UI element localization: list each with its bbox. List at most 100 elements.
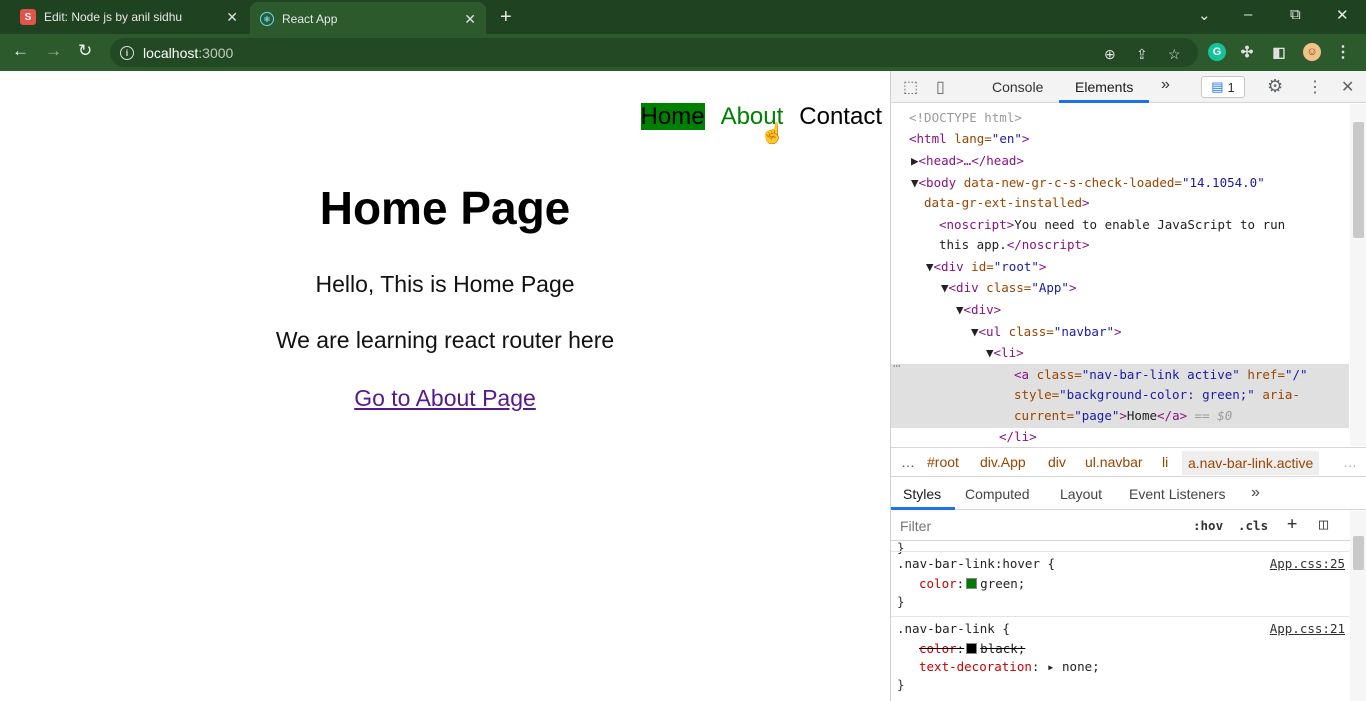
tab-layout[interactable]: Layout [1060,486,1102,502]
side-panel-icon[interactable]: ◧ [1270,43,1288,61]
rule-closing-brace: } [897,594,905,609]
breadcrumb-item[interactable]: ul.navbar [1085,454,1143,470]
close-devtools-icon[interactable]: ✕ [1341,77,1354,97]
settings-gear-icon[interactable]: ⚙ [1267,76,1283,97]
rule-divider [891,551,1349,552]
minimize-button[interactable]: – [1244,6,1252,23]
tab-console[interactable]: Console [992,79,1043,95]
issues-badge[interactable]: ▤ 1 [1201,76,1245,98]
reload-icon[interactable]: ↻ [78,41,92,61]
browser-menu-icon[interactable]: ⋮ [1334,43,1352,61]
rule-declaration[interactable]: text-decoration: ▸ none; [919,657,1100,677]
tab-title: React App [282,12,338,26]
tab-styles[interactable]: Styles [903,486,941,502]
device-toggle-icon[interactable]: ▯ [936,77,945,97]
hov-toggle-button[interactable]: :hov [1193,518,1223,533]
dom-line-selected[interactable]: current="page">Home</a> == $0 [1014,406,1232,426]
rule-source-link[interactable]: App.css:25 [1270,554,1345,574]
dom-line[interactable]: ▼<div class="App"> [941,278,1077,298]
rule-selector[interactable]: .nav-bar-link:hover { [897,554,1055,574]
dom-line[interactable]: this app.</noscript> [939,235,1090,255]
close-tab-icon[interactable]: ✕ [226,9,238,26]
forward-arrow-icon[interactable]: → [45,41,62,61]
browser-tab-strip: S Edit: Node js by anil sidhu ✕ ⚛ React … [0,0,1366,36]
breadcrumb-item[interactable]: li [1162,454,1168,470]
go-to-about-link[interactable]: Go to About Page [354,385,536,411]
rule-declaration-overridden[interactable]: color: black; [919,639,1025,659]
dom-line[interactable]: data-gr-ext-installed> [924,193,1090,213]
about-link-paragraph: Go to About Page [0,385,890,412]
navbar: Home About Contact [625,103,882,131]
inspect-element-icon[interactable]: ⬚ [903,77,918,97]
dom-line[interactable]: <noscript>You need to enable JavaScript … [939,215,1285,235]
breadcrumb-overflow[interactable]: … [901,454,915,470]
tab-title: Edit: Node js by anil sidhu [44,10,183,24]
close-window-button[interactable]: ✕ [1336,6,1349,24]
styles-filter-input[interactable] [895,515,1179,537]
description-paragraph: We are learning react router here [275,327,615,353]
nav-link-contact[interactable]: Contact [799,103,882,130]
profile-avatar-icon[interactable]: ☺ [1303,43,1321,61]
breadcrumb-item[interactable]: div.App [980,454,1026,470]
tab-search-icon[interactable]: ⌄ [1198,6,1211,24]
dom-tree: ⋯ <!DOCTYPE html> <html lang="en"> ▶<hea… [891,104,1349,446]
dom-line[interactable]: ▼<body data-new-gr-c-s-check-loaded="14.… [911,173,1265,193]
breadcrumb-overflow[interactable]: … [1343,454,1357,470]
styles-scrollbar-thumb[interactable] [1353,536,1364,570]
more-tabs-icon[interactable]: » [1251,484,1260,502]
node-actions-icon[interactable]: ⋯ [893,356,901,376]
zoom-icon[interactable]: ⊕ [1104,46,1116,63]
page-viewport: Home About Contact ☝ Home Page Hello, Th… [0,71,890,701]
dom-line[interactable]: <!DOCTYPE html> [909,108,1022,128]
more-tabs-icon[interactable]: » [1161,76,1170,94]
browser-tab-edit[interactable]: S Edit: Node js by anil sidhu ✕ [8,0,248,34]
tab-computed[interactable]: Computed [965,486,1030,502]
rule-selector[interactable]: .nav-bar-link { [897,619,1010,639]
extensions-puzzle-icon[interactable]: ✣ [1238,43,1256,61]
dom-scrollbar-thumb[interactable] [1353,122,1364,238]
browser-tab-react-app[interactable]: ⚛ React App ✕ [250,2,486,36]
share-icon[interactable]: ⇪ [1136,46,1148,63]
url-text: localhost:3000 [143,44,234,61]
close-tab-icon[interactable]: ✕ [464,11,476,28]
restore-button[interactable]: ⧉ [1290,6,1301,23]
tab-event-listeners[interactable]: Event Listeners [1129,486,1226,502]
dom-line[interactable]: ▼<div id="root"> [926,257,1046,277]
dom-line[interactable]: ▶<head>…</head> [911,151,1024,171]
site-info-icon[interactable]: i [120,45,134,60]
back-arrow-icon[interactable]: ← [12,41,29,61]
bookmark-star-icon[interactable]: ☆ [1168,46,1181,63]
color-swatch-icon[interactable] [966,643,978,654]
breadcrumb-item[interactable]: div [1048,454,1066,470]
styles-rules: } .nav-bar-link:hover { App.css:25 color… [891,540,1349,701]
site-favicon-icon: S [20,9,36,25]
react-favicon-icon: ⚛ [260,12,274,26]
dom-line[interactable]: </li> [999,427,1037,446]
intro-paragraph: Hello, This is Home Page [315,271,575,297]
cls-toggle-button[interactable]: .cls [1238,518,1268,533]
rule-declaration[interactable]: color: green; [919,574,1025,594]
dom-line[interactable]: <html lang="en"> [909,129,1029,149]
new-rule-plus-icon[interactable]: + [1287,514,1297,534]
styles-filter-bar: :hov .cls + ◫ [891,511,1366,541]
breadcrumb-item-current[interactable]: a.nav-bar-link.active [1182,451,1320,475]
dom-line[interactable]: ▼<ul class="navbar"> [971,322,1122,342]
new-tab-button[interactable]: + [500,6,512,29]
dom-line-selected[interactable]: <a class="nav-bar-link active" href="/" [1014,365,1308,385]
message-icon: ▤ [1211,79,1224,94]
tab-elements[interactable]: Elements [1075,79,1133,95]
address-bar[interactable]: i localhost:3000 ⊕ ⇪ ☆ [110,38,1198,67]
dom-line[interactable]: ▼<div> [956,300,1001,320]
rule-divider [891,616,1349,617]
dom-line[interactable]: ▼<li> [986,343,1024,363]
color-swatch-icon[interactable] [966,578,978,589]
rule-source-link[interactable]: App.css:21 [1270,619,1345,639]
grammarly-extension-icon[interactable]: G [1208,43,1226,61]
breadcrumb-item[interactable]: #root [927,454,959,470]
devtools-menu-icon[interactable]: ⋮ [1307,77,1323,97]
styles-tabs: Styles Computed Layout Event Listeners » [891,478,1366,510]
issues-count: 1 [1227,79,1235,95]
dom-line-selected[interactable]: style="background-color: green;" aria- [1014,385,1300,405]
toggle-sidebar-icon[interactable]: ◫ [1319,515,1328,533]
nav-link-home[interactable]: Home [640,103,705,130]
